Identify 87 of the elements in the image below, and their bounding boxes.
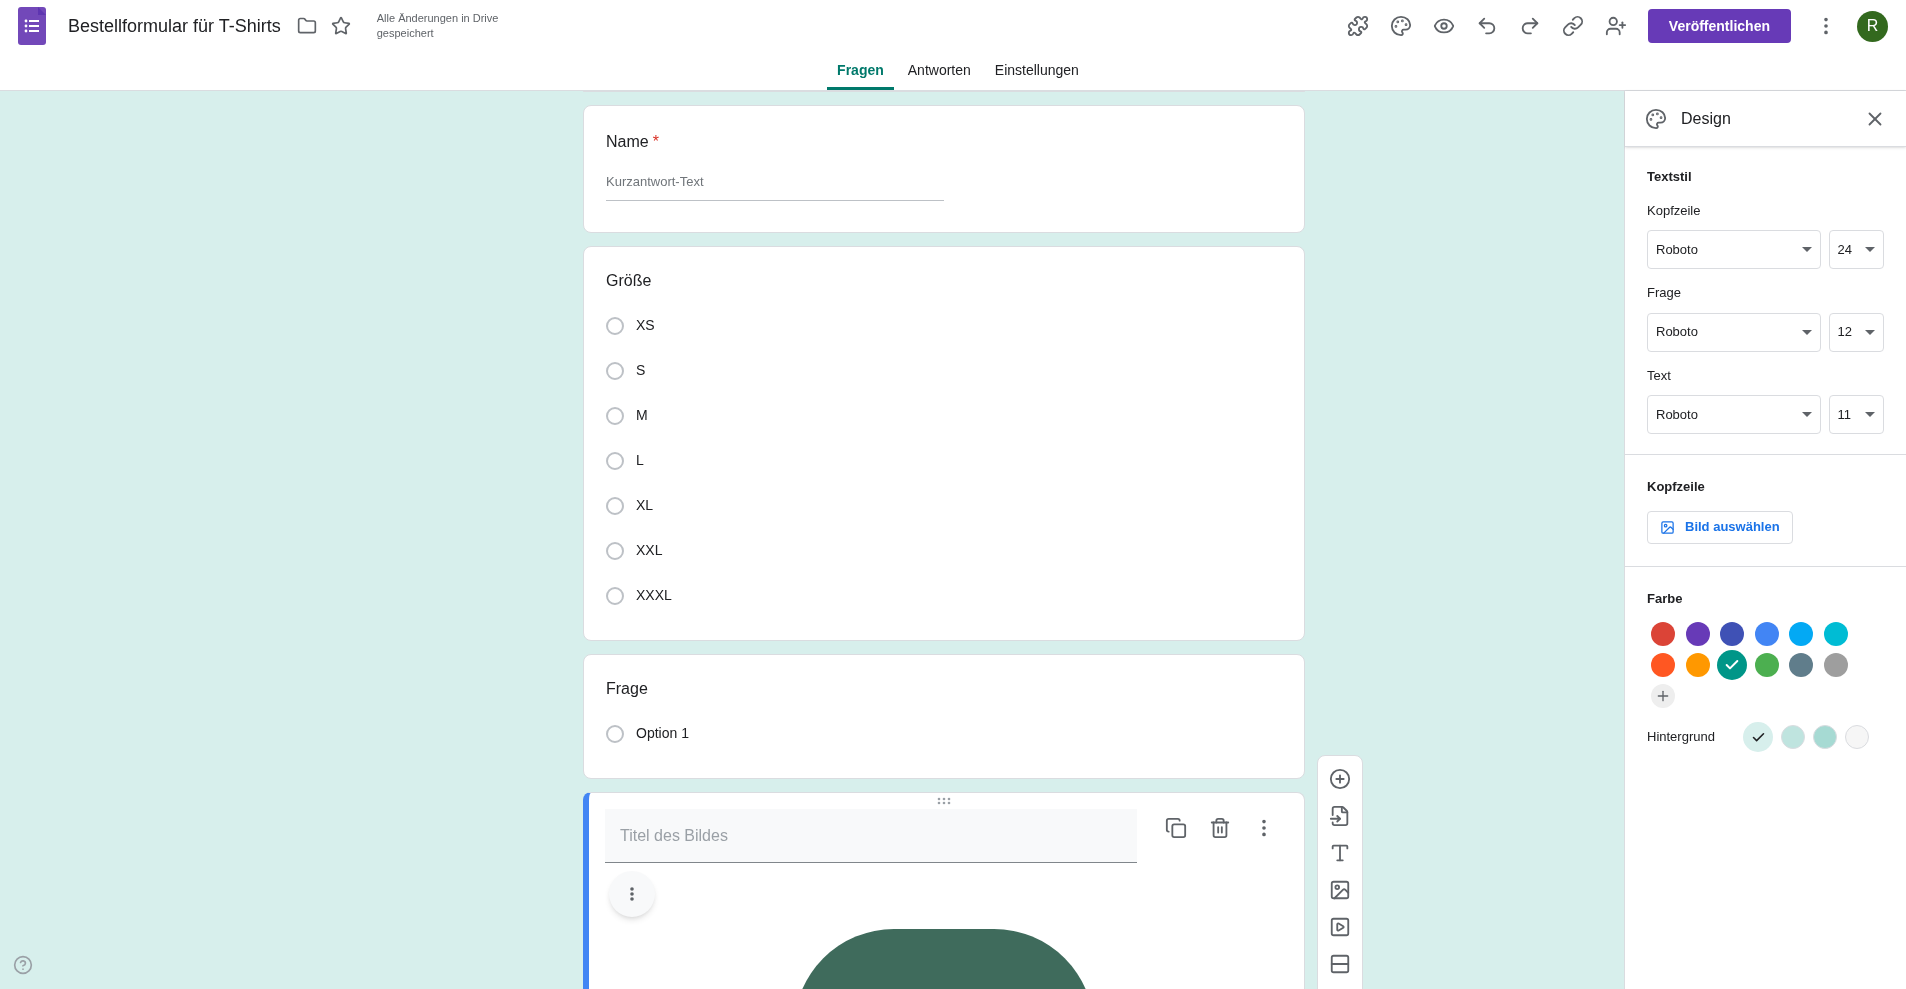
color-swatch[interactable] [1685, 653, 1710, 677]
publish-button[interactable]: Veröffentlichen [1647, 9, 1791, 43]
color-swatch[interactable] [1823, 622, 1848, 646]
field-label: Hintergrund [1647, 728, 1716, 747]
add-person-icon[interactable] [1604, 15, 1627, 37]
option-label: XXL [636, 541, 663, 560]
plus-icon [1655, 688, 1671, 704]
question-title: Größe [606, 271, 653, 291]
size-dropdown[interactable]: 11 [1828, 395, 1884, 434]
dropdown-caret-icon [1801, 412, 1812, 417]
radio-button[interactable] [606, 451, 624, 470]
option-label: Option 1 [636, 724, 689, 743]
document-title[interactable]: Bestellformular für T-Shirts [68, 12, 281, 40]
forms-logo-icon[interactable] [18, 7, 46, 45]
tab[interactable]: Antworten [897, 60, 981, 90]
dropdown-caret-icon [1801, 329, 1812, 335]
dropdown-caret-icon [1801, 247, 1812, 252]
color-swatch[interactable] [1789, 653, 1813, 677]
star-icon[interactable] [330, 16, 351, 36]
field-label: Frage [1647, 284, 1682, 302]
radio-button[interactable] [606, 406, 624, 425]
help-icon[interactable] [13, 955, 33, 975]
short-answer-field[interactable]: Kurzantwort-Text [606, 172, 944, 201]
required-asterisk: * [652, 132, 659, 152]
palette-icon [1645, 107, 1667, 130]
question-title: Frage [606, 679, 649, 699]
dropdown-caret-icon [1865, 412, 1875, 417]
add-question-icon[interactable] [1329, 768, 1351, 790]
link-icon[interactable] [1561, 15, 1584, 37]
avatar[interactable]: R [1857, 10, 1888, 42]
section-heading: Kopfzeile [1647, 478, 1706, 496]
image-title-field[interactable]: Titel des Bildes [605, 809, 1137, 863]
radio-button[interactable] [606, 316, 624, 335]
delete-icon[interactable] [1209, 817, 1231, 839]
color-swatch[interactable] [1823, 653, 1848, 677]
panel-title: Design [1681, 108, 1731, 129]
background-swatch[interactable] [1743, 722, 1773, 752]
section-heading: Textstil [1647, 168, 1693, 186]
add-color-button[interactable] [1651, 684, 1675, 708]
dropdown-caret-icon [1865, 329, 1875, 335]
font-dropdown[interactable]: Roboto [1647, 230, 1821, 269]
option-label: XS [636, 316, 655, 335]
color-swatch[interactable] [1651, 653, 1675, 677]
background-swatch[interactable] [1845, 725, 1869, 749]
save-status: Alle Änderungen in Drive gespeichert [376, 11, 500, 41]
puzzle-icon[interactable] [1346, 15, 1369, 37]
color-swatch[interactable] [1754, 653, 1779, 677]
option-label: S [636, 361, 646, 380]
font-dropdown[interactable]: Roboto [1647, 312, 1821, 352]
drag-handle-icon[interactable] [935, 797, 952, 805]
option-label: L [636, 451, 644, 470]
section-heading: Farbe [1647, 589, 1684, 608]
title-text-icon[interactable] [1329, 842, 1351, 864]
radio-button[interactable] [606, 586, 624, 605]
add-section-icon[interactable] [1329, 953, 1351, 975]
color-swatch[interactable] [1789, 622, 1813, 646]
size-dropdown[interactable]: 12 [1828, 312, 1884, 352]
tab[interactable]: Einstellungen [984, 60, 1089, 90]
palette-icon[interactable] [1389, 15, 1412, 37]
background-swatch[interactable] [1781, 725, 1805, 749]
radio-button[interactable] [606, 541, 624, 560]
field-label: Text [1647, 366, 1672, 385]
question-title: Name [606, 132, 649, 152]
dropdown-caret-icon [1865, 247, 1875, 252]
field-label: Kopfzeile [1647, 201, 1702, 220]
color-swatch[interactable] [1717, 650, 1747, 680]
color-swatch[interactable] [1685, 622, 1710, 646]
add-image-icon[interactable] [1329, 879, 1351, 901]
radio-button[interactable] [606, 496, 624, 515]
color-swatch[interactable] [1754, 622, 1779, 646]
radio-button[interactable] [606, 724, 624, 743]
image-icon [1660, 519, 1675, 535]
option-label: XXXL [636, 586, 672, 605]
import-questions-icon[interactable] [1329, 805, 1351, 827]
font-dropdown[interactable]: Roboto [1647, 395, 1821, 434]
folder-icon[interactable] [296, 16, 317, 36]
more-icon [630, 887, 634, 901]
option-label: XL [636, 496, 654, 515]
duplicate-icon[interactable] [1165, 817, 1187, 839]
color-swatch[interactable] [1720, 622, 1744, 646]
background-swatch[interactable] [1813, 725, 1837, 749]
size-dropdown[interactable]: 24 [1828, 230, 1884, 269]
option-label: M [636, 406, 648, 425]
color-swatch[interactable] [1651, 622, 1675, 646]
add-video-icon[interactable] [1329, 916, 1351, 938]
choose-image-button[interactable]: Bild auswählen [1647, 510, 1793, 544]
radio-button[interactable] [606, 361, 624, 380]
